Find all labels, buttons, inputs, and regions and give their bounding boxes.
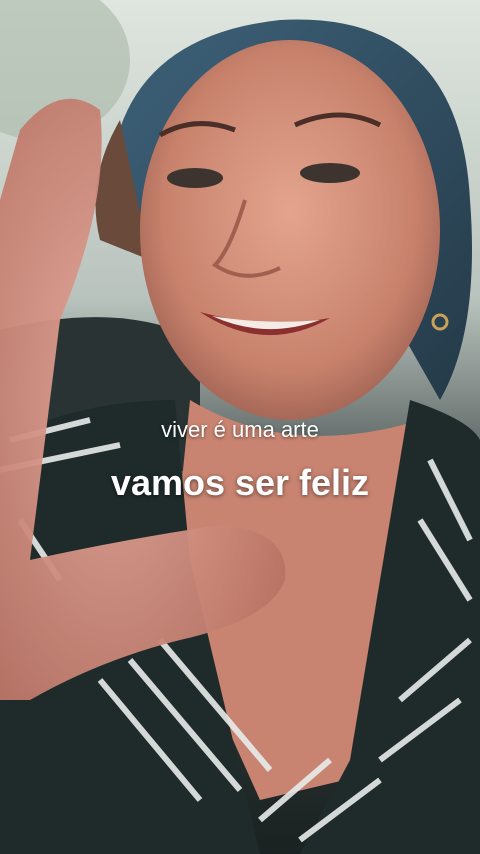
caption-line-1: viver é uma arte [161, 417, 319, 442]
video-frame: viver é uma arte vamos ser feliz [0, 0, 480, 854]
caption-line-2: vamos ser feliz [110, 462, 370, 503]
